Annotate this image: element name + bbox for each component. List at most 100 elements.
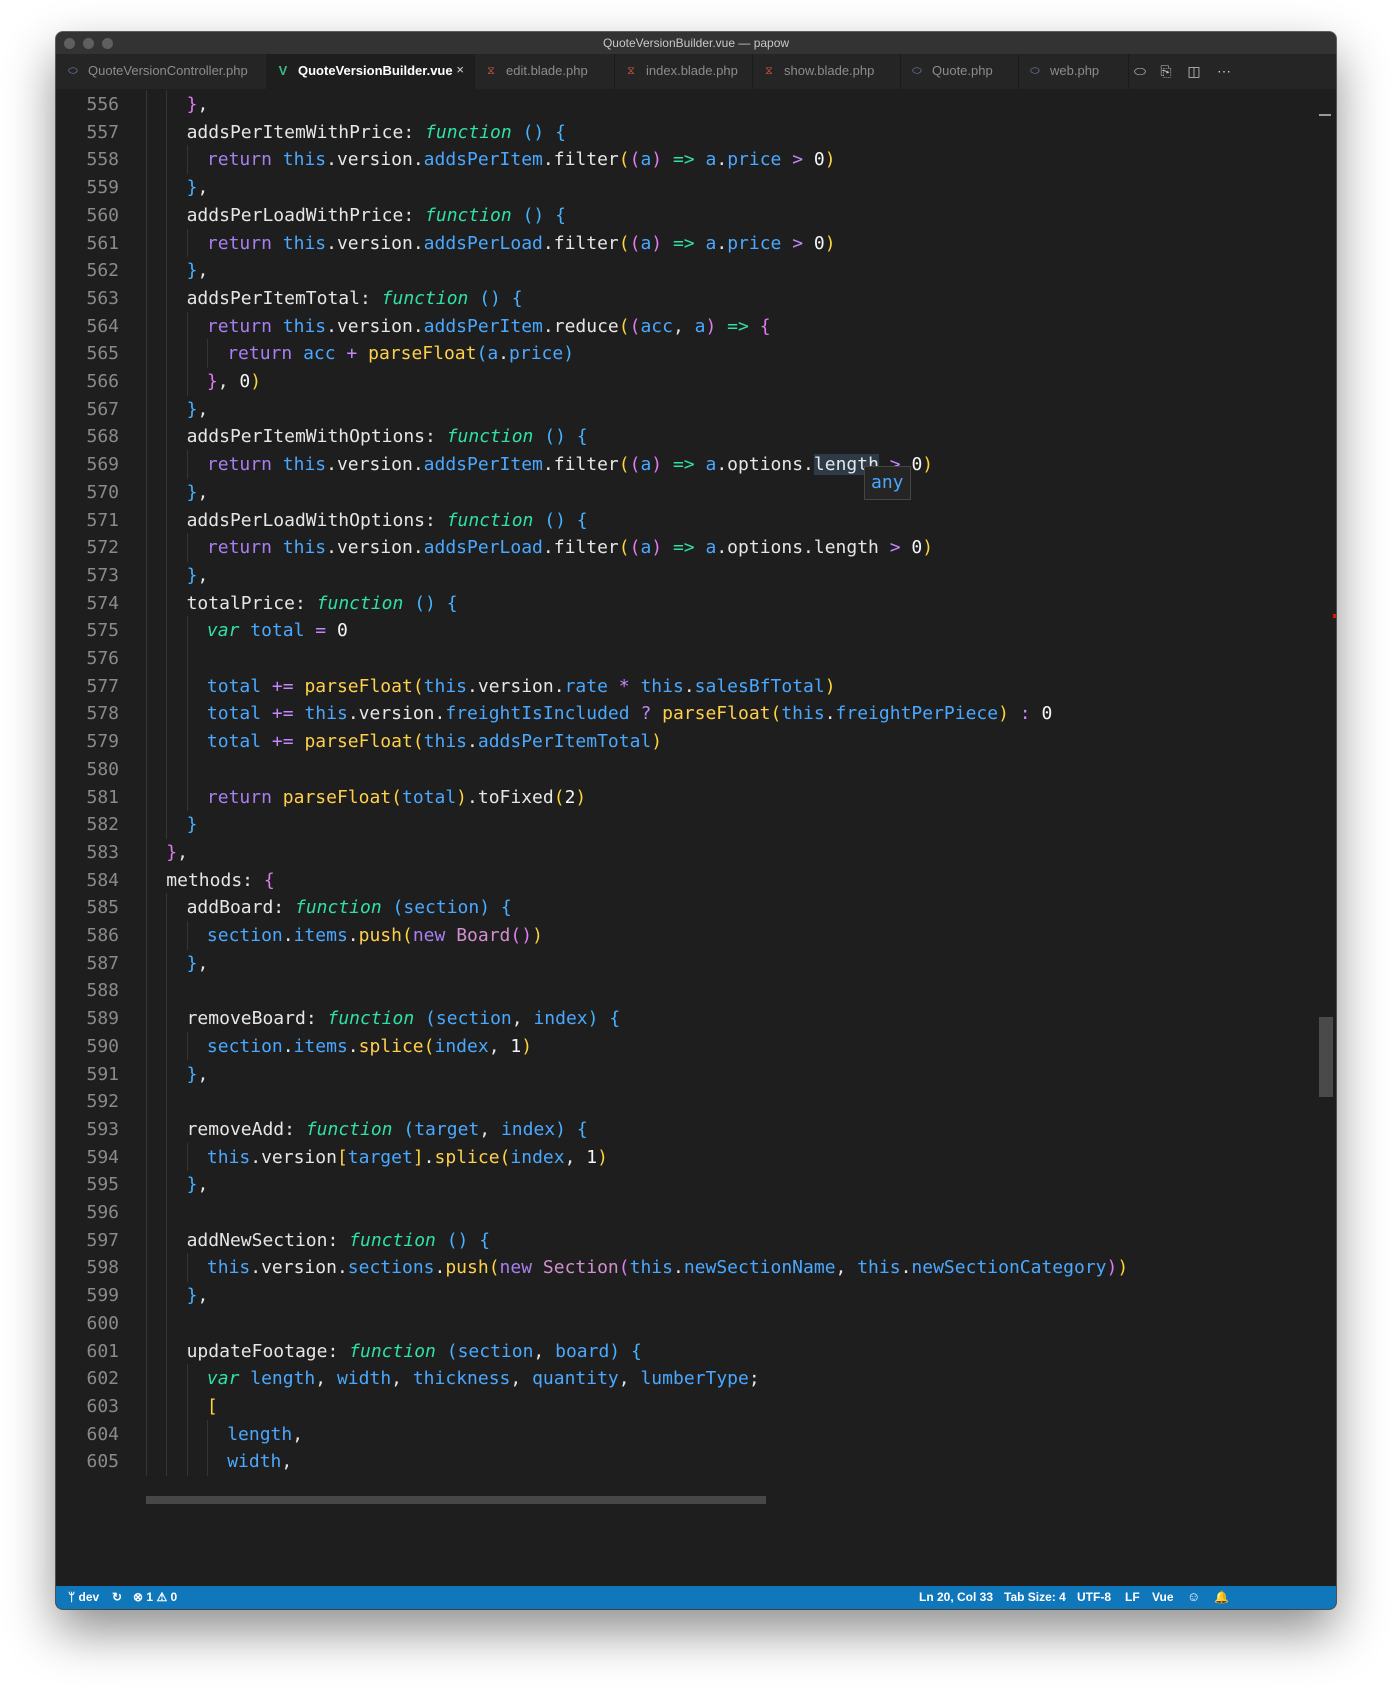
- code-line[interactable]: },: [187, 561, 209, 591]
- code-line[interactable]: },: [187, 478, 209, 508]
- code-line[interactable]: },: [187, 949, 209, 979]
- feedback-smiley-icon[interactable]: ☺: [1187, 1589, 1200, 1604]
- code-line[interactable]: }, 0): [207, 367, 261, 397]
- code-line[interactable]: methods: {: [166, 866, 274, 896]
- code-token: function: [316, 592, 404, 614]
- code-line[interactable]: },: [187, 173, 209, 203]
- code-line[interactable]: updateFootage: function (section, board)…: [187, 1337, 642, 1367]
- code-token: items: [293, 925, 348, 946]
- code-line[interactable]: }: [187, 810, 198, 840]
- horizontal-scrollbar-thumb[interactable]: [146, 1496, 766, 1504]
- code-line[interactable]: this.version.sections.push(new Section(t…: [207, 1253, 1128, 1283]
- code-line[interactable]: return this.version.addsPerLoad.filter((…: [207, 533, 933, 563]
- code-token: (: [618, 149, 630, 171]
- code-line[interactable]: addsPerLoadWithOptions: function () {: [187, 506, 588, 536]
- code-line[interactable]: return acc + parseFloat(a.price): [227, 339, 574, 369]
- file-encoding[interactable]: UTF-8: [1077, 1590, 1111, 1604]
- code-line[interactable]: total += parseFloat(this.addsPerItemTota…: [207, 727, 662, 757]
- code-line[interactable]: },: [187, 90, 209, 120]
- problems-status[interactable]: ⊗ 1 ⚠ 0: [133, 1590, 177, 1604]
- more-actions-icon[interactable]: ⋯: [1214, 61, 1234, 81]
- branch-status[interactable]: ᛘ dev: [68, 1590, 99, 1604]
- git-branch-icon: ᛘ: [68, 1590, 76, 1604]
- code-line[interactable]: this.version[target].splice(index, 1): [207, 1143, 608, 1173]
- code-token: ,: [197, 952, 209, 974]
- code-line[interactable]: addNewSection: function () {: [187, 1226, 491, 1256]
- code-token: .version.: [467, 675, 565, 697]
- code-line[interactable]: section.items.push(new Board()): [207, 921, 543, 951]
- code-line[interactable]: removeAdd: function (target, index) {: [187, 1115, 588, 1145]
- vertical-scrollbar-thumb[interactable]: [1319, 1017, 1333, 1097]
- code-line[interactable]: return this.version.addsPerItem.filter((…: [207, 450, 933, 480]
- editor-tab[interactable]: ⬭ QuoteVersionController.php: [56, 54, 267, 89]
- notifications-bell-icon[interactable]: 🔔: [1214, 1590, 1229, 1604]
- editor-tab[interactable]: V QuoteVersionBuilder.vue ×: [266, 54, 475, 89]
- code-line[interactable]: length,: [227, 1420, 303, 1450]
- code-token: return: [206, 454, 272, 476]
- more-tabs-icon[interactable]: ⬭: [1130, 61, 1150, 81]
- code-line[interactable]: },: [166, 838, 188, 868]
- code-line[interactable]: [: [207, 1392, 218, 1422]
- code-line[interactable]: addsPerItemTotal: function () {: [187, 284, 523, 314]
- code-line[interactable]: },: [187, 256, 209, 286]
- code-line[interactable]: section.items.splice(index, 1): [207, 1032, 532, 1062]
- code-line[interactable]: },: [187, 1170, 209, 1200]
- editor-tab[interactable]: ⧖ index.blade.php: [614, 54, 753, 89]
- language-mode[interactable]: Vue: [1152, 1590, 1174, 1604]
- code-line[interactable]: totalPrice: function () {: [187, 589, 458, 619]
- code-line[interactable]: addBoard: function (section) {: [187, 893, 512, 923]
- sync-icon[interactable]: ↻: [112, 1590, 122, 1604]
- close-tab-icon[interactable]: ×: [456, 62, 464, 77]
- code-line[interactable]: width,: [227, 1447, 292, 1477]
- code-line[interactable]: return parseFloat(total).toFixed(2): [207, 783, 586, 813]
- code-line[interactable]: removeBoard: function (section, index) {: [187, 1004, 621, 1034]
- split-editor-icon[interactable]: ◫: [1184, 61, 1204, 81]
- code-line[interactable]: },: [187, 1281, 209, 1311]
- indent-guide: [166, 200, 168, 230]
- code-token: salesBfTotal: [694, 675, 825, 697]
- code-line[interactable]: total += this.version.freightIsIncluded …: [207, 699, 1052, 729]
- code-token: .version.: [326, 537, 424, 559]
- code-token: thickness: [412, 1368, 511, 1390]
- tab-size[interactable]: Tab Size: 4: [1004, 1590, 1066, 1604]
- warning-count: 0: [170, 1590, 178, 1604]
- code-line[interactable]: addsPerItemWithPrice: function () {: [187, 118, 566, 148]
- end-of-line[interactable]: LF: [1125, 1590, 1140, 1604]
- code-token: ): [597, 1146, 608, 1168]
- indent-guide: [146, 1059, 147, 1089]
- editor-tab[interactable]: ⬭ web.php: [1018, 54, 1129, 89]
- editor-tab[interactable]: ⧖ show.blade.php: [752, 54, 901, 89]
- code-line[interactable]: var length, width, thickness, quantity, …: [207, 1364, 760, 1394]
- cursor-position[interactable]: Ln 20, Col 33: [919, 1590, 993, 1604]
- code-line[interactable]: return this.version.addsPerItem.reduce((…: [207, 312, 771, 342]
- code-token: (: [392, 897, 404, 919]
- code-line[interactable]: },: [187, 395, 209, 425]
- code-token: }: [166, 841, 178, 863]
- code-line[interactable]: addsPerItemWithOptions: function () {: [187, 422, 588, 452]
- editor-tab[interactable]: ⬭ Quote.php: [900, 54, 1019, 89]
- editor-tab[interactable]: ⧖ edit.blade.php: [474, 54, 615, 89]
- code-line[interactable]: },: [187, 1060, 209, 1090]
- code-line[interactable]: var total = 0: [207, 616, 348, 646]
- indent-guide: [166, 1447, 168, 1476]
- code-line[interactable]: return this.version.addsPerLoad.filter((…: [207, 229, 836, 259]
- code-line[interactable]: addsPerLoadWithPrice: function () {: [187, 201, 566, 231]
- open-changes-icon[interactable]: ⎘: [1156, 61, 1176, 81]
- code-token: section: [403, 897, 480, 919]
- code-token: Board: [456, 925, 511, 946]
- code-token: section: [435, 1008, 512, 1030]
- indent-guide: [166, 1253, 168, 1283]
- code-line[interactable]: return this.version.addsPerItem.filter((…: [207, 145, 836, 175]
- code-token: ,: [533, 1340, 556, 1362]
- code-line[interactable]: total += parseFloat(this.version.rate * …: [207, 672, 836, 702]
- code-token: var: [206, 620, 240, 642]
- code-editor[interactable]: 556}, 557 addsPerItemWithPrice: function (…: [56, 89, 1336, 1586]
- code-token: parseFloat: [304, 731, 413, 753]
- code-token: ,: [672, 315, 695, 337]
- indent-guide: [166, 976, 168, 1006]
- code-token: (: [770, 703, 782, 725]
